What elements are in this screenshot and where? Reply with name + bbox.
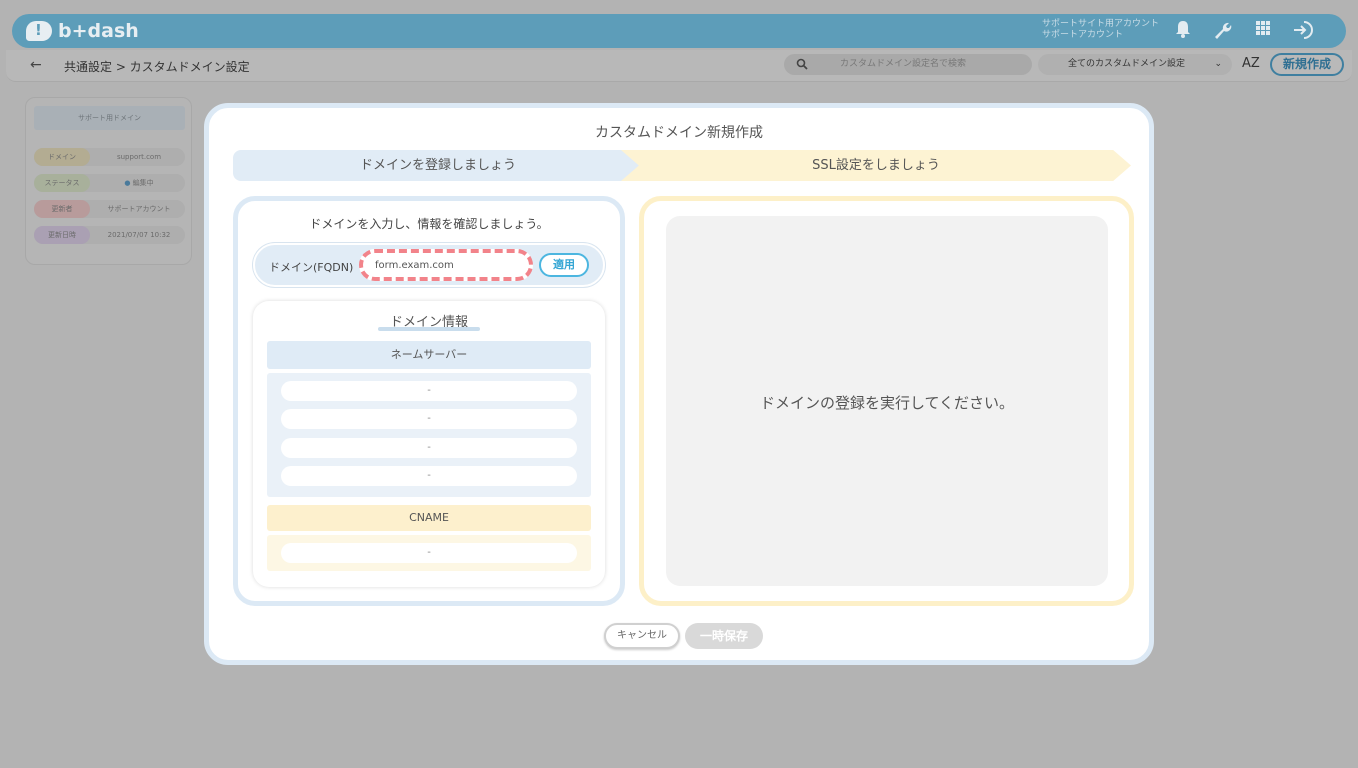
grid-icon[interactable] — [1252, 20, 1274, 42]
sub-toolbar: ← 共通設定 > カスタムドメイン設定 カスタムドメイン設定名で検索 全てのカス… — [6, 50, 1352, 82]
edit-status-icon: ● — [124, 179, 131, 187]
row-label: 更新日時 — [34, 226, 90, 244]
cname-item: - — [281, 543, 577, 563]
logo[interactable]: b+dash — [26, 20, 139, 42]
logo-text: b+dash — [58, 20, 139, 42]
sort-az-button[interactable]: AZ — [1242, 56, 1260, 71]
panel-heading: ドメインを入力し、情報を確認しましょう。 — [309, 217, 549, 231]
new-create-button[interactable]: 新規作成 — [1270, 53, 1344, 76]
filter-value: 全てのカスタムドメイン設定 — [1068, 59, 1186, 69]
nameserver-item: - — [281, 409, 577, 429]
account-line-1: サポートサイト用アカウント — [1042, 19, 1160, 29]
domain-input-row: ドメイン(FQDN) 適用 — [253, 243, 605, 287]
logout-icon[interactable] — [1292, 20, 1314, 42]
row-value: support.com — [116, 153, 162, 161]
search-placeholder: カスタムドメイン設定名で検索 — [840, 59, 967, 69]
step-register-domain: ドメインを登録しましょう — [233, 150, 643, 181]
nameserver-list: - - - - — [267, 373, 591, 497]
top-header: b+dash サポートサイト用アカウント サポートアカウント — [12, 14, 1346, 48]
domain-card-row: 更新者 サポートアカウント — [34, 200, 185, 218]
domain-card-row: ステータス ● 編集中 — [34, 174, 185, 192]
account-name[interactable]: サポートサイト用アカウント サポートアカウント — [1042, 19, 1159, 41]
breadcrumb: 共通設定 > カスタムドメイン設定 — [64, 60, 250, 74]
nameserver-item: - — [281, 381, 577, 401]
domain-input[interactable] — [359, 249, 533, 281]
wrench-icon[interactable] — [1211, 20, 1233, 42]
ssl-placeholder-area: ドメインの登録を実行してください。 — [666, 216, 1108, 586]
filter-select[interactable]: 全てのカスタムドメイン設定 ⌄ — [1038, 54, 1232, 75]
domain-card-row: ドメイン support.com — [34, 148, 185, 166]
create-domain-modal: カスタムドメイン新規作成 ドメインを登録しましょう SSL設定をしましょう ドメ… — [204, 103, 1154, 665]
domain-info-card: ドメイン情報 ネームサーバー - - - - CNAME - — [253, 301, 605, 587]
domain-register-panel: ドメインを入力し、情報を確認しましょう。 ドメイン(FQDN) 適用 ドメイン情… — [233, 196, 625, 606]
cname-header: CNAME — [267, 505, 591, 531]
title-underline — [378, 327, 480, 331]
row-value: 2021/07/07 10:32 — [107, 231, 171, 239]
bell-icon[interactable] — [1172, 20, 1194, 42]
account-line-2: サポートアカウント — [1042, 30, 1124, 40]
back-arrow-icon[interactable]: ← — [30, 57, 42, 73]
row-value: ● 編集中 — [94, 174, 184, 192]
row-label: ステータス — [34, 174, 90, 192]
domain-card-title: サポート用ドメイン — [34, 106, 185, 130]
modal-title: カスタムドメイン新規作成 — [595, 125, 763, 141]
row-value: サポートアカウント — [107, 205, 171, 213]
domain-card[interactable]: サポート用ドメイン ドメイン support.com ステータス ● 編集中 更… — [25, 97, 192, 265]
nameserver-item: - — [281, 438, 577, 458]
domain-card-row: 更新日時 2021/07/07 10:32 — [34, 226, 185, 244]
nameserver-header: ネームサーバー — [267, 341, 591, 369]
ssl-settings-panel: ドメインの登録を実行してください。 — [639, 196, 1134, 606]
search-input[interactable]: カスタムドメイン設定名で検索 — [784, 54, 1032, 75]
status-text: 編集中 — [132, 179, 154, 187]
step-ssl-settings: SSL設定をしましょう — [621, 150, 1131, 181]
row-label: ドメイン — [34, 148, 90, 166]
ssl-placeholder-message: ドメインの登録を実行してください。 — [759, 394, 1015, 412]
domain-label: ドメイン(FQDN) — [269, 261, 354, 274]
logo-icon — [26, 21, 52, 41]
temp-save-button[interactable]: 一時保存 — [685, 623, 763, 649]
cname-list: - — [267, 535, 591, 571]
cancel-button[interactable]: キャンセル — [604, 623, 680, 649]
apply-button[interactable]: 適用 — [539, 253, 589, 277]
search-icon — [796, 54, 808, 77]
row-label: 更新者 — [34, 200, 90, 218]
nameserver-item: - — [281, 466, 577, 486]
chevron-down-icon: ⌄ — [1214, 59, 1222, 69]
